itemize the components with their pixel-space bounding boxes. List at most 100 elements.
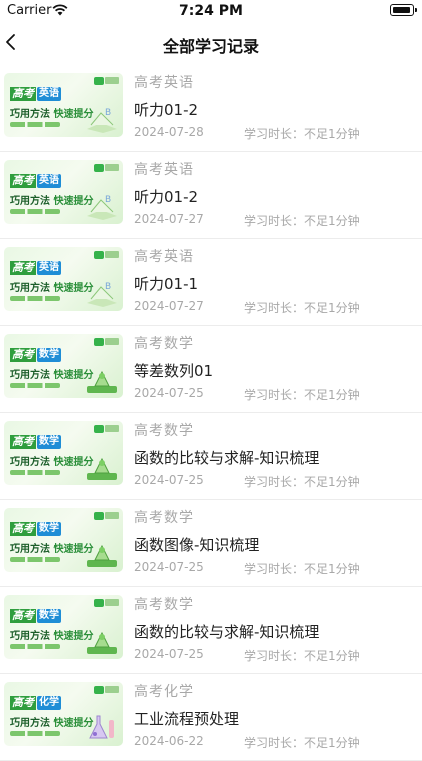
thumb-subject-label: 英语 bbox=[37, 87, 61, 101]
thumb-tags bbox=[10, 644, 60, 649]
record-item[interactable]: 高考 化学 巧用方法 快速提分 高考化学工业流程预处理 2024-06-22 学习时长：不… bbox=[0, 674, 422, 761]
thumb-gaokao-label: 高考 bbox=[10, 435, 36, 449]
thumb-tags bbox=[10, 296, 60, 301]
geometry-icon bbox=[85, 451, 119, 481]
thumb-slogan: 巧用方法 快速提分 bbox=[10, 627, 93, 642]
record-subject: 高考数学 bbox=[134, 597, 194, 613]
brand-badge bbox=[105, 512, 119, 519]
thumb-tags bbox=[10, 731, 60, 736]
course-thumbnail: 高考 英语 巧用方法 快速提分 B bbox=[4, 160, 123, 224]
thumb-tags bbox=[10, 557, 60, 562]
record-lesson-title: 听力01-1 bbox=[134, 275, 199, 293]
thumb-subject-label: 数学 bbox=[37, 522, 61, 536]
book-icon: B bbox=[85, 103, 119, 133]
thumb-gaokao-label: 高考 bbox=[10, 522, 36, 536]
course-thumbnail: 高考 化学 巧用方法 快速提分 bbox=[4, 682, 123, 746]
thumb-slogan-a: 巧用方法 bbox=[10, 370, 50, 381]
record-item[interactable]: 高考 数学 巧用方法 快速提分 高考数学 函数图像-知识梳理 2024-07-25 学习时长… bbox=[0, 500, 422, 587]
brand-badge bbox=[105, 425, 119, 432]
thumb-slogan-a: 巧用方法 bbox=[10, 544, 50, 555]
thumb-gaokao-label: 高考 bbox=[10, 87, 36, 101]
record-duration: 学习时长：不足1分钟 bbox=[244, 736, 360, 750]
thumb-slogan: 巧用方法 快速提分 bbox=[10, 366, 93, 381]
record-subject: 高考英语 bbox=[134, 249, 194, 265]
status-bar: Carrier 7:24 PM bbox=[0, 0, 422, 22]
thumb-slogan: 巧用方法 快速提分 bbox=[10, 279, 93, 294]
thumb-subject-label: 数学 bbox=[37, 609, 61, 623]
record-date: 2024-07-27 bbox=[134, 299, 204, 313]
thumb-gaokao-label: 高考 bbox=[10, 609, 36, 623]
record-subject: 高考英语 bbox=[134, 75, 194, 91]
record-subject: 高考化学 bbox=[134, 684, 194, 700]
back-button[interactable] bbox=[0, 22, 40, 64]
record-duration: 学习时长：不足1分钟 bbox=[244, 562, 360, 576]
book-icon: B bbox=[85, 277, 119, 307]
brand-logo-icon bbox=[94, 425, 104, 433]
thumb-subject-label: 数学 bbox=[37, 435, 61, 449]
record-lesson-title: 工业流程预处理 bbox=[134, 710, 240, 728]
record-date: 2024-07-25 bbox=[134, 473, 204, 487]
geometry-icon bbox=[85, 625, 119, 655]
record-subject: 高考数学 bbox=[134, 423, 194, 439]
brand-logo-icon bbox=[94, 686, 104, 694]
record-date: 2024-07-25 bbox=[134, 560, 204, 574]
record-item[interactable]: 高考 英语巧用方法 快速提分 B 高考英语听力01-2 2024-07-28 学习时长：不… bbox=[0, 65, 422, 152]
record-date: 2024-06-22 bbox=[134, 734, 204, 748]
thumb-slogan: 巧用方法 快速提分 bbox=[10, 105, 93, 120]
record-lesson-title: 听力01-2 bbox=[134, 101, 199, 119]
record-date: 2024-07-25 bbox=[134, 386, 204, 400]
thumb-gaokao-label: 高考 bbox=[10, 261, 36, 275]
course-thumbnail: 高考 数学巧用方法 快速提分 bbox=[4, 508, 123, 572]
thumb-slogan-a: 巧用方法 bbox=[10, 283, 50, 294]
flask-icon bbox=[85, 712, 119, 742]
thumb-tags bbox=[10, 470, 60, 475]
chevron-left-icon bbox=[6, 34, 15, 50]
brand-logo-icon bbox=[94, 77, 104, 85]
brand-badge bbox=[105, 77, 119, 84]
thumb-subject-label: 英语 bbox=[37, 261, 61, 275]
brand-logo-icon bbox=[94, 164, 104, 172]
thumb-gaokao-label: 高考 bbox=[10, 174, 36, 188]
course-thumbnail: 高考 数学巧用方法 快速提分 bbox=[4, 334, 123, 398]
record-lesson-title: 函数图像-知识梳理 bbox=[134, 536, 260, 554]
record-subject: 高考英语 bbox=[134, 162, 194, 178]
record-lesson-title: 函数的比较与求解-知识梳理 bbox=[134, 449, 320, 467]
svg-text:B: B bbox=[105, 195, 111, 205]
record-item[interactable]: 高考 数学 巧用方法 快速提分 高考数学 等差数列01 2024-07-25 学习时长：不足… bbox=[0, 326, 422, 413]
course-thumbnail: 高考 数学巧用方法 快速提分 bbox=[4, 595, 123, 659]
record-date: 2024-07-28 bbox=[134, 125, 204, 139]
record-date: 2024-07-25 bbox=[134, 647, 204, 661]
thumb-gaokao-label: 高考 bbox=[10, 348, 36, 362]
record-item[interactable]: 高考 数学 巧用方法 快速提分 高考数学 函数的比较与求解-知识梳理 2024-07-25… bbox=[0, 587, 422, 674]
geometry-icon bbox=[85, 538, 119, 568]
record-duration: 学习时长：不足1分钟 bbox=[244, 214, 360, 228]
record-item[interactable]: 高考 英语 巧用方法 快速提分 B 高考英语 听力01-1 2024-07-27 学习时长：不… bbox=[0, 239, 422, 326]
record-date: 2024-07-27 bbox=[134, 212, 204, 226]
thumb-slogan: 巧用方法 快速提分 bbox=[10, 540, 93, 555]
course-thumbnail: 高考 英语巧用方法 快速提分 B bbox=[4, 73, 123, 137]
thumb-slogan: 巧用方法 快速提分 bbox=[10, 192, 93, 207]
navigation-bar: 全部学习记录 bbox=[0, 22, 422, 64]
thumb-slogan-a: 巧用方法 bbox=[10, 109, 50, 120]
geometry-icon bbox=[85, 364, 119, 394]
thumb-slogan: 巧用方法 快速提分 bbox=[10, 453, 93, 468]
thumb-subject-label: 数学 bbox=[37, 348, 61, 362]
record-duration: 学习时长：不足1分钟 bbox=[244, 127, 360, 141]
course-thumbnail: 高考 英语巧用方法 快速提分 B bbox=[4, 247, 123, 311]
record-lesson-title: 听力01-2 bbox=[134, 188, 199, 206]
thumb-slogan-a: 巧用方法 bbox=[10, 457, 50, 468]
svg-text:B: B bbox=[105, 108, 111, 118]
thumb-slogan: 巧用方法 快速提分 bbox=[10, 714, 93, 729]
thumb-tags bbox=[10, 209, 60, 214]
svg-text:B: B bbox=[105, 282, 111, 292]
brand-logo-icon bbox=[94, 338, 104, 346]
record-duration: 学习时长：不足1分钟 bbox=[244, 475, 360, 489]
record-item[interactable]: 高考 数学 巧用方法 快速提分 高考数学 函数的比较与求解-知识梳理 2024-07-25… bbox=[0, 413, 422, 500]
record-item[interactable]: 高考 英语 巧用方法 快速提分 B 高考英语 听力01-2 2024-07-27 学习时长：不… bbox=[0, 152, 422, 239]
thumb-slogan-a: 巧用方法 bbox=[10, 718, 50, 729]
thumb-tags bbox=[10, 122, 60, 127]
brand-badge bbox=[105, 686, 119, 693]
record-subject: 高考数学 bbox=[134, 510, 194, 526]
thumb-slogan-a: 巧用方法 bbox=[10, 196, 50, 207]
record-duration: 学习时长：不足1分钟 bbox=[244, 649, 360, 663]
